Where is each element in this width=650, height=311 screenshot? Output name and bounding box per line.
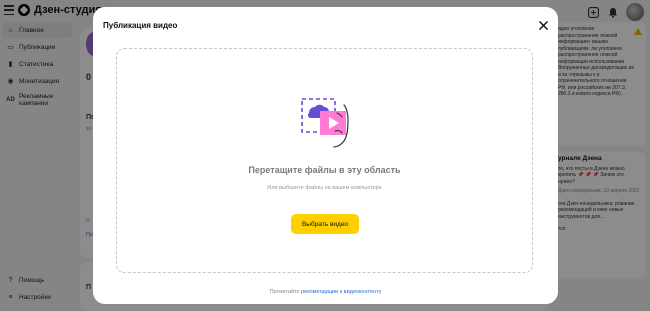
drop-zone-subtitle: Или выберите файлы на вашем компьютере xyxy=(267,185,382,191)
video-guidelines-link[interactable]: рекомендации к видеоконтенту xyxy=(301,289,381,295)
file-drop-zone[interactable]: Перетащите файлы в эту область Или выбер… xyxy=(116,48,533,273)
dialog-title: Публикация видео xyxy=(103,21,178,30)
footer-text: Прочитайте xyxy=(269,289,302,295)
publish-video-dialog: Публикация видео Перетащите файлы в эту … xyxy=(93,7,558,304)
choose-video-button[interactable]: Выбрать видео xyxy=(291,214,359,234)
upload-illustration-icon xyxy=(301,98,349,148)
close-button[interactable] xyxy=(537,18,549,30)
close-icon xyxy=(538,21,548,30)
dialog-footer: Прочитайте рекомендации к видеоконтенту xyxy=(93,289,558,295)
drop-zone-title: Перетащите файлы в эту область xyxy=(248,165,401,175)
